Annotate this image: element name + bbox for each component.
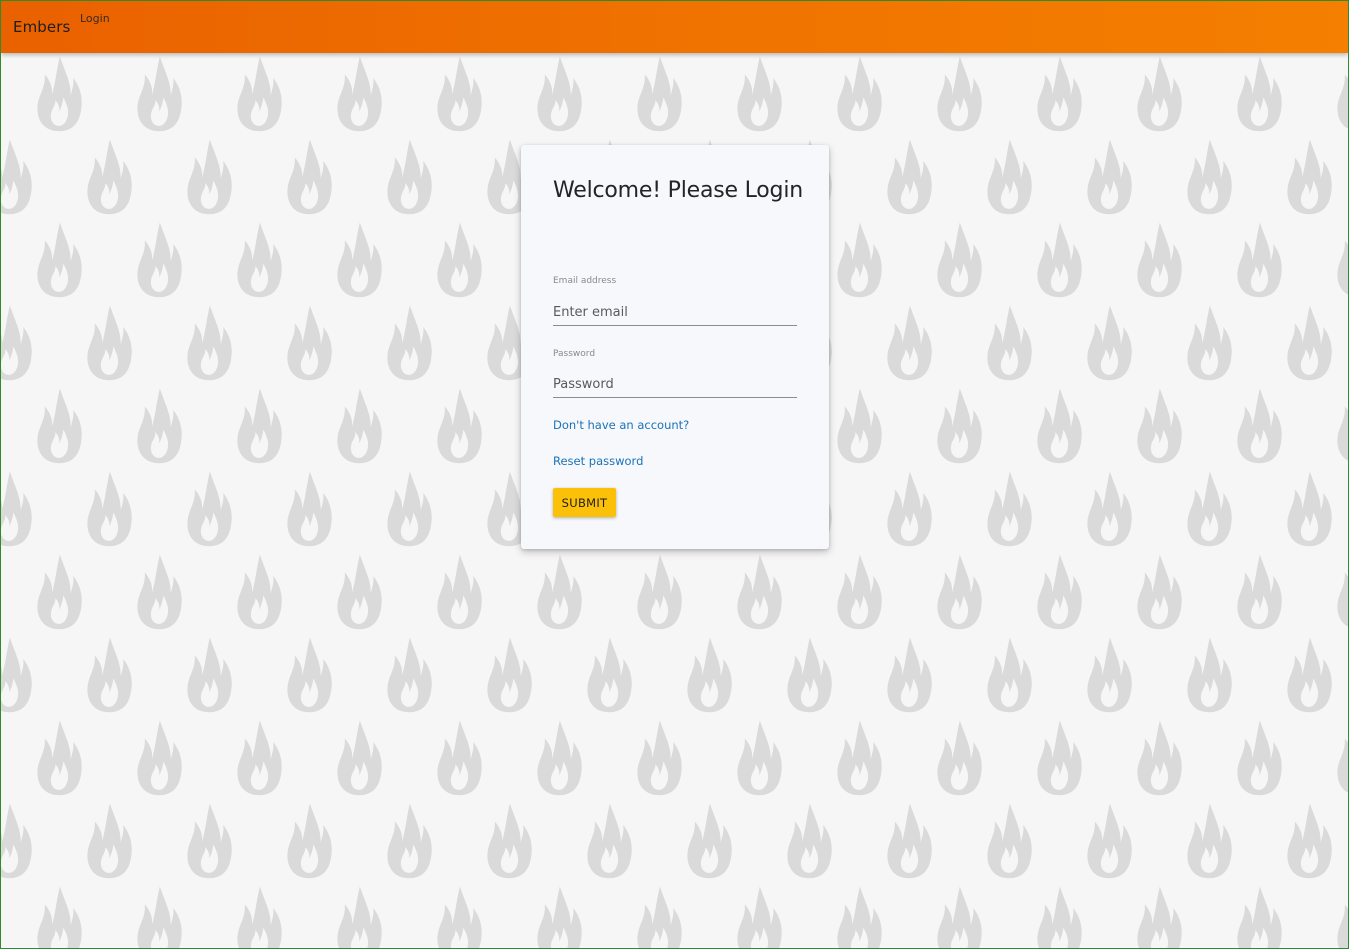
password-input[interactable] <box>553 372 797 398</box>
brand-title[interactable]: Embers <box>13 18 70 36</box>
nav-login-link[interactable]: Login <box>80 12 110 25</box>
submit-button[interactable]: SUBMIT <box>553 488 616 517</box>
reset-password-link[interactable]: Reset password <box>553 454 643 468</box>
app-bar: Embers Login <box>1 1 1348 53</box>
email-label: Email address <box>553 276 617 286</box>
password-label: Password <box>553 349 596 359</box>
page-frame: Embers Login Welcome! Please Login Email… <box>0 0 1349 949</box>
email-input[interactable] <box>553 300 797 326</box>
login-card: Welcome! Please Login Email address Pass… <box>521 145 829 549</box>
login-title: Welcome! Please Login <box>553 178 803 203</box>
signup-link[interactable]: Don't have an account? <box>553 418 689 432</box>
